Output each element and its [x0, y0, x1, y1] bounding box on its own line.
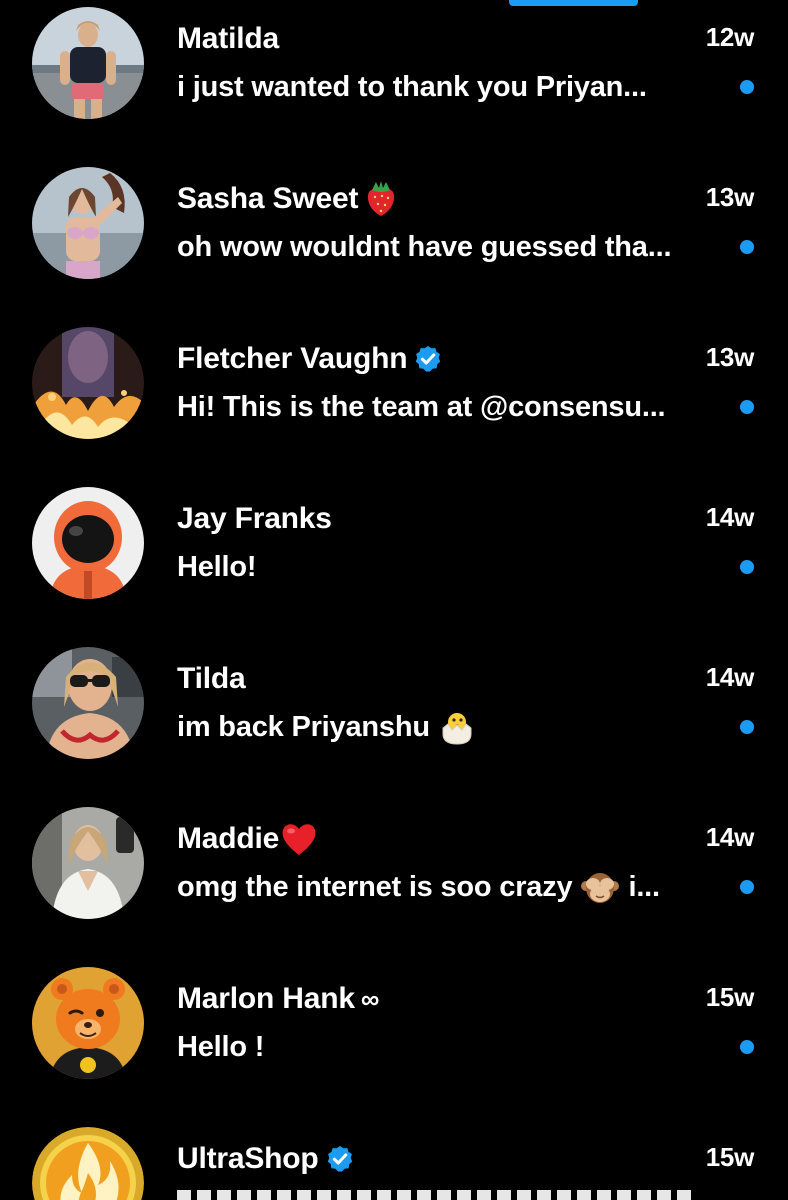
- message-time: 15w: [705, 1141, 755, 1172]
- message-preview-line-cut-off: [177, 1190, 722, 1200]
- infinity-symbol: ∞: [360, 983, 380, 1014]
- message-preview: i just wanted to thank you Priyan...: [177, 70, 647, 103]
- red-heart-emoji: [280, 821, 318, 857]
- message-preview-line: Hello!: [177, 546, 722, 588]
- sender-name: Jay Franks: [177, 502, 332, 535]
- message-preview: Hi! This is the team at @consensu...: [177, 390, 666, 423]
- message-preview-line: oh wow wouldnt have guessed tha...: [177, 226, 722, 268]
- name-line: UltraShop: [177, 1139, 355, 1179]
- message-time: 14w: [705, 661, 755, 692]
- message-preview: oh wow wouldnt have guessed tha...: [177, 230, 672, 263]
- unread-dot-icon: [740, 240, 754, 254]
- sender-name: Maddie: [177, 822, 280, 855]
- message-preview-tail: i...: [628, 870, 660, 903]
- name-line: Jay Franks: [177, 499, 332, 539]
- sender-name: Marlon Hank: [177, 982, 355, 1015]
- message-preview-line: omg the internet is soo crazy i...: [177, 866, 722, 908]
- unread-dot-icon: [740, 400, 754, 414]
- name-line: Marlon Hank ∞: [177, 979, 379, 1019]
- avatar-gold-flame-logo[interactable]: [32, 1127, 144, 1200]
- conversation-row-tilda[interactable]: Tilda 14w im back Priyanshu: [0, 640, 788, 800]
- conversation-row-matilda[interactable]: Matilda 12w i just wanted to thank you P…: [0, 0, 788, 160]
- cut-off-preview-text: [177, 1190, 697, 1200]
- name-line: Maddie: [177, 819, 318, 859]
- verified-badge-icon: [413, 344, 443, 374]
- avatar-astronaut[interactable]: [32, 487, 144, 599]
- avatar-orange-bear-mascot[interactable]: [32, 967, 144, 1079]
- conversation-row-marlon-hank[interactable]: Marlon Hank ∞ 15w Hello !: [0, 960, 788, 1120]
- message-preview-line: im back Priyanshu: [177, 706, 722, 748]
- message-time: 13w: [705, 341, 755, 372]
- message-time: 13w: [705, 181, 755, 212]
- conversation-row-fletcher-vaughn[interactable]: Fletcher Vaughn 13w Hi! This is the team…: [0, 320, 788, 480]
- unread-dot-icon: [740, 80, 754, 94]
- avatar-photo-fire[interactable]: [32, 327, 144, 439]
- message-time: 15w: [705, 981, 755, 1012]
- messages-screen: Matilda 12w i just wanted to thank you P…: [0, 0, 788, 1200]
- message-preview-line: Hi! This is the team at @consensu...: [177, 386, 722, 428]
- unread-dot-icon: [740, 720, 754, 734]
- name-line: Matilda: [177, 19, 279, 59]
- name-line: Sasha Sweet: [177, 179, 398, 219]
- conversation-row-ultrashop[interactable]: UltraShop 15w: [0, 1120, 788, 1200]
- unread-dot-icon: [740, 1040, 754, 1054]
- sender-name: Sasha Sweet: [177, 182, 359, 215]
- conversation-row-jay-franks[interactable]: Jay Franks 14w Hello!: [0, 480, 788, 640]
- hatching-chick-emoji: [438, 708, 476, 746]
- message-preview: omg the internet is soo crazy: [177, 870, 573, 903]
- sender-name: Tilda: [177, 662, 246, 695]
- avatar-photo-woman-outdoor[interactable]: [32, 7, 144, 119]
- message-time: 12w: [705, 21, 755, 52]
- avatar-photo-woman-selfie[interactable]: [32, 807, 144, 919]
- message-preview: im back Priyanshu: [177, 710, 430, 743]
- unread-dot-icon: [740, 560, 754, 574]
- avatar-photo-woman-bikini[interactable]: [32, 167, 144, 279]
- sender-name: Fletcher Vaughn: [177, 342, 408, 375]
- sender-name: UltraShop: [177, 1142, 319, 1175]
- message-time: 14w: [705, 821, 755, 852]
- sender-name: Matilda: [177, 22, 279, 55]
- verified-badge-icon: [325, 1144, 355, 1174]
- name-line: Fletcher Vaughn: [177, 339, 443, 379]
- message-preview: Hello !: [177, 1030, 265, 1063]
- conversation-row-sasha-sweet[interactable]: Sasha Sweet 13w oh wow wouldnt have gues…: [0, 160, 788, 320]
- unread-dot-icon: [740, 880, 754, 894]
- message-preview-line: Hello !: [177, 1026, 722, 1068]
- strawberry-emoji: [364, 180, 398, 218]
- conversation-row-maddie[interactable]: Maddie 14w omg the internet is soo crazy: [0, 800, 788, 960]
- avatar-photo-woman-sunglasses[interactable]: [32, 647, 144, 759]
- message-preview: Hello!: [177, 550, 257, 583]
- name-line: Tilda: [177, 659, 246, 699]
- message-preview-line: i just wanted to thank you Priyan...: [177, 66, 722, 108]
- see-no-evil-monkey-emoji: [580, 868, 620, 906]
- message-time: 14w: [705, 501, 755, 532]
